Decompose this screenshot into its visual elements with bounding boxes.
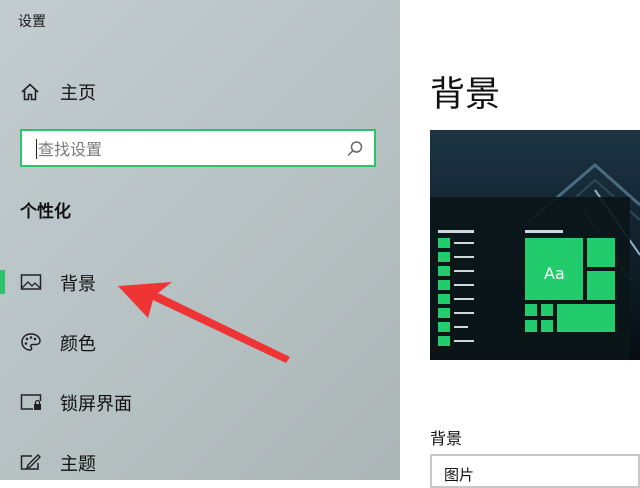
annotation-arrow [118, 282, 290, 363]
